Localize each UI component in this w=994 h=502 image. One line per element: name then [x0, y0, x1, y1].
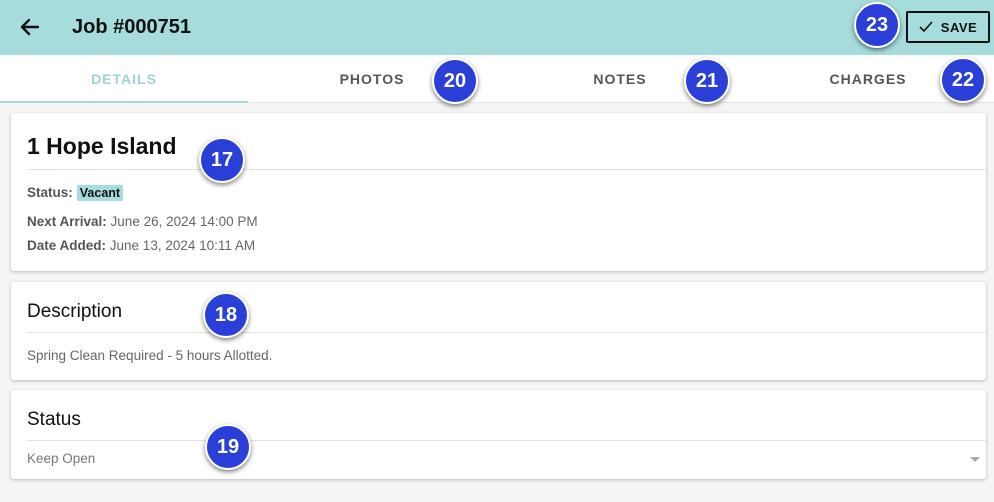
callout-19: 19: [205, 424, 251, 470]
date-added-value: June 13, 2024 10:11 AM: [109, 238, 256, 253]
check-icon: [919, 21, 933, 33]
property-name: 1 Hope Island: [27, 133, 177, 159]
save-button-label: SAVE: [940, 19, 978, 35]
tab-details[interactable]: DETAILS: [0, 55, 248, 103]
status-heading: Status: [27, 409, 81, 430]
tab-charges-label: CHARGES: [829, 71, 907, 87]
date-added-row: Date Added: June 13, 2024 10:11 AM: [27, 238, 255, 253]
dropdown-arrow-icon[interactable]: [970, 457, 980, 462]
callout-22: 22: [940, 57, 986, 103]
status-row: Status: Vacant: [27, 185, 124, 201]
status-select[interactable]: Keep Open: [27, 450, 986, 472]
status-label: Status:: [27, 185, 73, 200]
date-added-label: Date Added:: [27, 238, 107, 253]
app-bar: Job #000751 SAVE: [0, 0, 994, 55]
callout-18: 18: [203, 292, 249, 338]
callout-17: 17: [199, 137, 245, 183]
tab-notes-label: NOTES: [593, 71, 647, 87]
save-button[interactable]: SAVE: [906, 11, 990, 43]
next-arrival-label: Next Arrival:: [27, 214, 107, 229]
divider: [27, 332, 986, 333]
description-card: Description Spring Clean Required - 5 ho…: [11, 282, 986, 380]
tab-details-label: DETAILS: [91, 71, 157, 87]
description-heading: Description: [27, 301, 123, 322]
page-title: Job #000751: [72, 16, 191, 38]
next-arrival-row: Next Arrival: June 26, 2024 14:00 PM: [27, 214, 258, 229]
status-select-value: Keep Open: [27, 451, 96, 466]
status-badge: Vacant: [76, 185, 124, 201]
job-detail-page: Job #000751 SAVE DETAILS PHOTOS NOTES CH…: [0, 0, 994, 502]
callout-21: 21: [684, 58, 730, 104]
next-arrival-value: June 26, 2024 14:00 PM: [110, 214, 258, 229]
callout-23: 23: [854, 2, 900, 48]
tab-photos-label: PHOTOS: [339, 71, 405, 87]
arrow-left-icon: [20, 18, 40, 36]
callout-20: 20: [432, 58, 478, 104]
description-text: Spring Clean Required - 5 hours Allotted…: [27, 348, 273, 363]
property-card: 1 Hope Island Status: Vacant Next Arrival…: [11, 113, 986, 271]
tab-bar: DETAILS PHOTOS NOTES CHARGES: [0, 55, 994, 103]
divider: [27, 440, 986, 441]
back-button[interactable]: [12, 9, 48, 45]
active-tab-indicator: [0, 101, 248, 103]
status-card: Status Keep Open: [11, 390, 986, 479]
divider: [27, 169, 986, 170]
